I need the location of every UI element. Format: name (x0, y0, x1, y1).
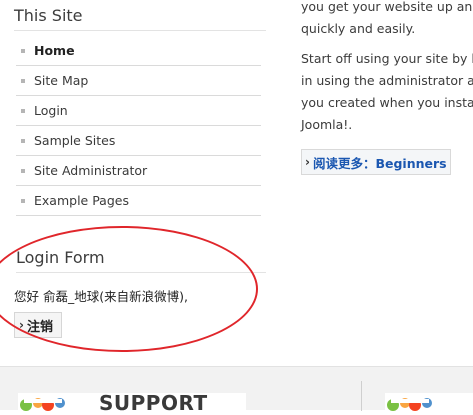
site-menu: Home Site Map Login Sample Sites Site Ad… (16, 36, 261, 216)
secondary-banner[interactable] (385, 393, 473, 413)
support-banner[interactable]: SUPPORT (18, 391, 246, 415)
logout-label: 注销 (26, 319, 53, 335)
sidebar-item-home[interactable]: Home (16, 36, 261, 66)
sidebar-item-login[interactable]: Login (16, 96, 261, 126)
start-line-4: Joomla!. (301, 117, 353, 132)
joomla-logo-icon (20, 398, 65, 411)
support-label: SUPPORT (99, 391, 208, 415)
intro-line-1: you get your website up and r (301, 0, 473, 14)
site-menu-title: This Site (14, 6, 266, 31)
sidebar-item-site-administrator[interactable]: Site Administrator (16, 156, 261, 186)
start-line-1: Start off using your site by log (301, 51, 473, 66)
sidebar-item-site-map[interactable]: Site Map (16, 66, 261, 96)
chevron-right-icon: › (305, 155, 310, 169)
intro-paragraph: you get your website up and r quickly an… (301, 0, 473, 40)
logout-button[interactable]: › 注销 (14, 312, 62, 338)
login-greeting: 您好 俞磊_地球(来自新浪微博), (14, 289, 188, 304)
getting-started-paragraph: Start off using your site by log in usin… (301, 48, 473, 136)
chevron-right-icon: › (19, 318, 24, 332)
joomla-logo-icon (387, 398, 432, 411)
footer: SUPPORT (0, 366, 473, 415)
start-line-2: in using the administrator acc (301, 73, 473, 88)
sidebar-item-sample-sites[interactable]: Sample Sites (16, 126, 261, 156)
readmore-label: 阅读更多：Beginners (312, 155, 447, 171)
start-line-3: you created when you installe (301, 95, 473, 110)
readmore-button[interactable]: › 阅读更多：Beginners (301, 149, 451, 175)
intro-line-2: quickly and easily. (301, 21, 416, 36)
sidebar-item-example-pages[interactable]: Example Pages (16, 186, 261, 216)
footer-divider (361, 381, 362, 411)
login-form-title: Login Form (16, 248, 266, 273)
